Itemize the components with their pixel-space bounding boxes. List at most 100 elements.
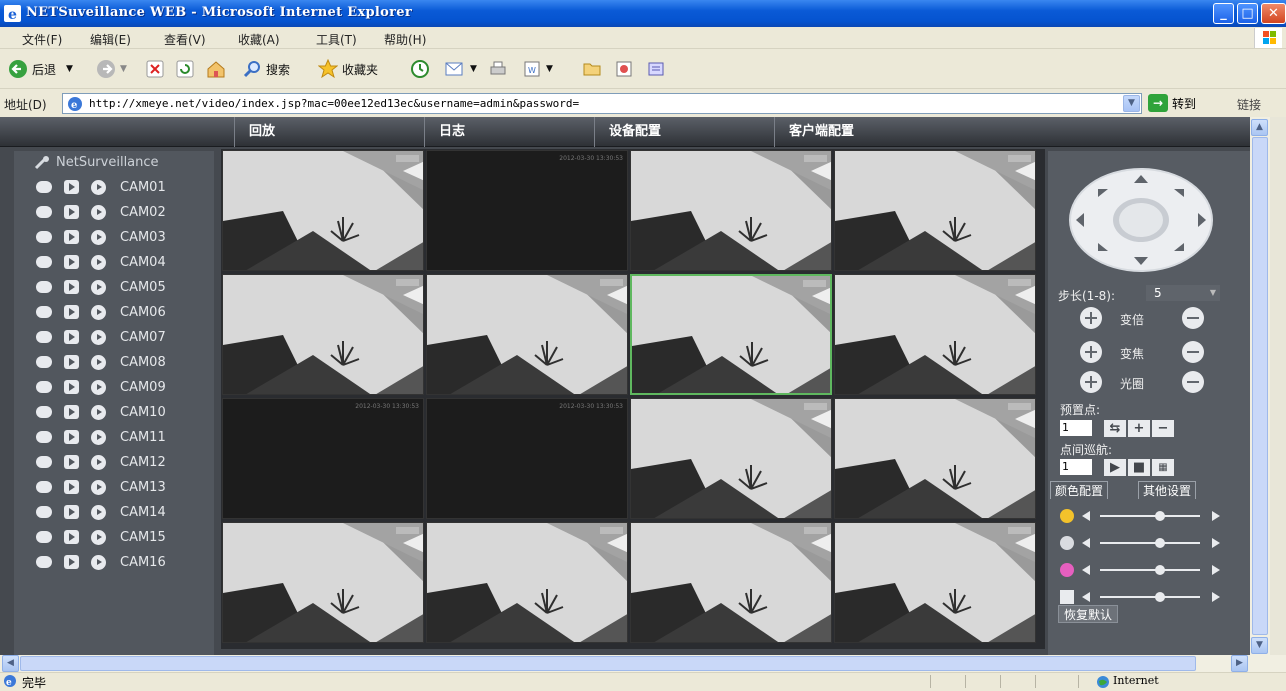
video-cell[interactable] xyxy=(834,274,1036,395)
tour-grid-button[interactable]: ▦ xyxy=(1152,459,1174,476)
record-icon[interactable] xyxy=(36,481,52,493)
camera-row[interactable]: CAM14 xyxy=(36,502,166,522)
back-dropdown-icon[interactable]: ▼ xyxy=(66,64,73,74)
playback-icon[interactable] xyxy=(64,230,79,244)
record-icon[interactable] xyxy=(36,206,52,218)
camera-row[interactable]: CAM16 xyxy=(36,552,166,572)
video-cell[interactable] xyxy=(222,274,424,395)
menu-view[interactable]: 查看(V) xyxy=(164,31,206,48)
tab-log[interactable]: 日志 xyxy=(424,117,594,147)
favorites-button[interactable]: 收藏夹 xyxy=(318,57,378,81)
play-icon[interactable] xyxy=(91,329,106,345)
record-icon[interactable] xyxy=(36,456,52,468)
camera-row[interactable]: CAM04 xyxy=(36,252,166,272)
record-icon[interactable] xyxy=(36,231,52,243)
tab-playback[interactable]: 回放 xyxy=(234,117,424,147)
decrease-icon[interactable] xyxy=(1082,511,1090,521)
zoom-out-button[interactable] xyxy=(1182,307,1204,329)
camera-row[interactable]: CAM15 xyxy=(36,527,166,547)
mail-button[interactable]: ▼ xyxy=(444,57,477,81)
record-icon[interactable] xyxy=(36,406,52,418)
preset-remove-button[interactable]: − xyxy=(1152,420,1174,437)
brightness-slider[interactable] xyxy=(1060,507,1240,525)
play-icon[interactable] xyxy=(91,404,106,420)
history-button[interactable] xyxy=(410,57,430,81)
preset-add-button[interactable]: + xyxy=(1128,420,1150,437)
messenger-button[interactable] xyxy=(614,57,634,81)
restore-default-button[interactable]: 恢复默认 xyxy=(1058,605,1119,623)
folder-button[interactable] xyxy=(582,57,602,81)
record-icon[interactable] xyxy=(36,506,52,518)
record-icon[interactable] xyxy=(36,306,52,318)
tour-input[interactable]: 1 xyxy=(1060,459,1092,475)
tour-stop-button[interactable]: ■ xyxy=(1128,459,1150,476)
video-cell[interactable] xyxy=(222,150,424,271)
scroll-down-icon[interactable]: ▼ xyxy=(1251,637,1268,654)
slider-thumb[interactable] xyxy=(1155,511,1165,521)
camera-row[interactable]: CAM10 xyxy=(36,402,166,422)
research-button[interactable] xyxy=(646,57,666,81)
horizontal-scrollbar[interactable]: ◀ ▶ xyxy=(0,655,1286,672)
camera-row[interactable]: CAM01 xyxy=(36,177,166,197)
video-cell[interactable] xyxy=(222,522,424,643)
play-icon[interactable] xyxy=(91,554,106,570)
playback-icon[interactable] xyxy=(64,280,79,294)
minimize-button[interactable]: _ xyxy=(1213,3,1234,24)
address-input[interactable]: e http://xmeye.net/video/index.jsp?mac=0… xyxy=(62,93,1142,114)
record-icon[interactable] xyxy=(36,331,52,343)
horizontal-scroll-thumb[interactable] xyxy=(20,656,1196,671)
decrease-icon[interactable] xyxy=(1082,538,1090,548)
playback-icon[interactable] xyxy=(64,330,79,344)
hue-slider[interactable] xyxy=(1060,588,1240,606)
slider-track[interactable] xyxy=(1100,596,1200,598)
forward-button[interactable]: ▼ xyxy=(96,57,127,81)
slider-thumb[interactable] xyxy=(1155,538,1165,548)
menu-favorites[interactable]: 收藏(A) xyxy=(238,31,280,48)
record-icon[interactable] xyxy=(36,281,52,293)
go-button[interactable]: → 转到 xyxy=(1148,94,1196,112)
play-icon[interactable] xyxy=(91,179,106,195)
record-icon[interactable] xyxy=(36,381,52,393)
menu-help[interactable]: 帮助(H) xyxy=(384,31,426,48)
playback-icon[interactable] xyxy=(64,205,79,219)
camera-row[interactable]: CAM03 xyxy=(36,227,166,247)
menu-edit[interactable]: 编辑(E) xyxy=(90,31,131,48)
increase-icon[interactable] xyxy=(1212,511,1220,521)
playback-icon[interactable] xyxy=(64,430,79,444)
video-cell[interactable] xyxy=(426,274,628,395)
scroll-left-icon[interactable]: ◀ xyxy=(2,655,19,672)
playback-icon[interactable] xyxy=(64,530,79,544)
play-icon[interactable] xyxy=(91,529,106,545)
focus-far-button[interactable] xyxy=(1182,341,1204,363)
tab-color-config[interactable]: 颜色配置 xyxy=(1050,481,1109,499)
camera-row[interactable]: CAM02 xyxy=(36,202,166,222)
play-icon[interactable] xyxy=(91,479,106,495)
play-icon[interactable] xyxy=(91,429,106,445)
maximize-button[interactable]: □ xyxy=(1237,3,1258,24)
record-icon[interactable] xyxy=(36,431,52,443)
camera-row[interactable]: CAM11 xyxy=(36,427,166,447)
menu-tools[interactable]: 工具(T) xyxy=(316,31,357,48)
address-dropdown-icon[interactable]: ▼ xyxy=(1123,95,1140,112)
video-cell[interactable] xyxy=(630,150,832,271)
slider-track[interactable] xyxy=(1100,515,1200,517)
record-icon[interactable] xyxy=(36,356,52,368)
camera-row[interactable]: CAM05 xyxy=(36,277,166,297)
video-cell[interactable] xyxy=(834,398,1036,519)
video-cell[interactable]: 2012-03-30 13:30:53 xyxy=(426,398,628,519)
playback-icon[interactable] xyxy=(64,505,79,519)
edit-button[interactable]: W ▼ xyxy=(522,57,553,81)
playback-icon[interactable] xyxy=(64,480,79,494)
video-cell[interactable]: 2012-03-30 13:30:53 xyxy=(426,150,628,271)
preset-input[interactable]: 1 xyxy=(1060,420,1092,436)
playback-icon[interactable] xyxy=(64,380,79,394)
iris-close-button[interactable] xyxy=(1182,371,1204,393)
saturation-slider[interactable] xyxy=(1060,561,1240,579)
record-icon[interactable] xyxy=(36,256,52,268)
back-button[interactable]: 后退 ▼ xyxy=(8,57,73,81)
decrease-icon[interactable] xyxy=(1082,565,1090,575)
video-cell[interactable] xyxy=(426,522,628,643)
playback-icon[interactable] xyxy=(64,255,79,269)
vertical-scroll-thumb[interactable] xyxy=(1252,137,1268,635)
stop-button[interactable] xyxy=(146,57,164,81)
